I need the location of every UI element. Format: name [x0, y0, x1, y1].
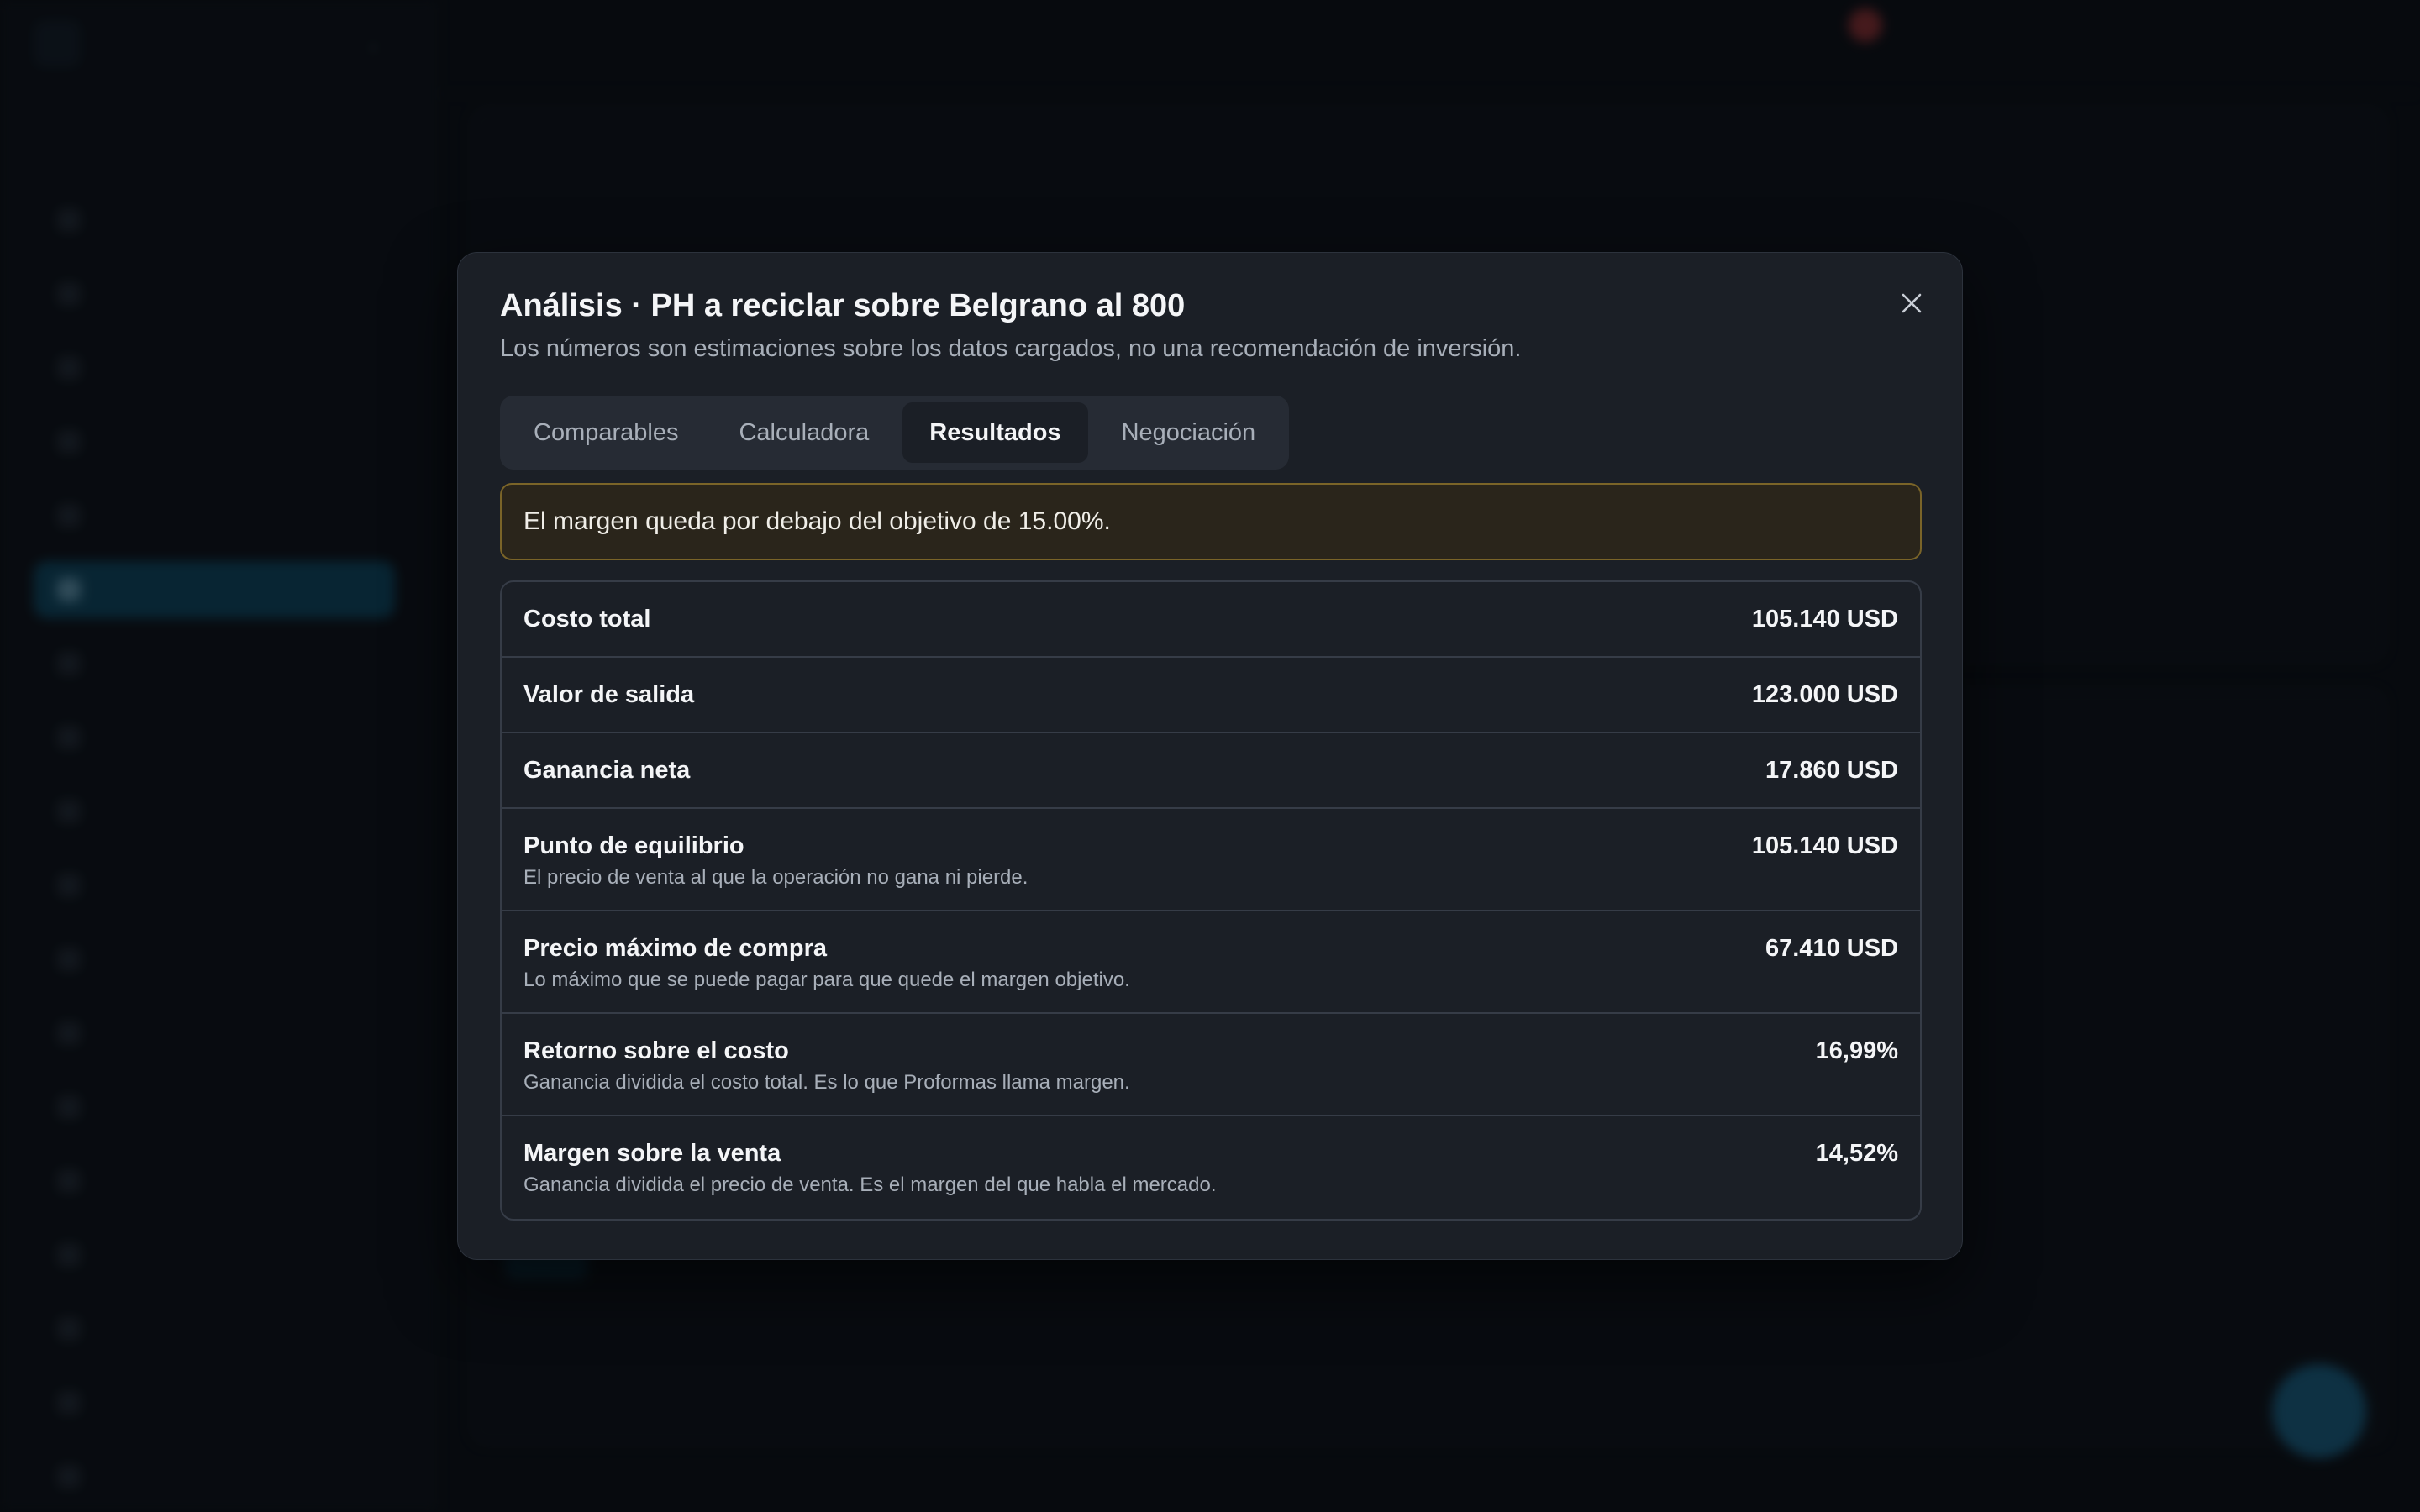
result-value: 105.140 USD [1751, 832, 1898, 859]
tab-comparables[interactable]: Comparables [507, 402, 705, 463]
analysis-modal: Análisis · PH a reciclar sobre Belgrano … [457, 252, 1963, 1260]
result-label: Ganancia neta [523, 757, 691, 784]
result-row-ganancia-neta: Ganancia neta 17.860 USD [502, 733, 1920, 809]
result-value: 16,99% [1815, 1037, 1898, 1064]
close-icon [1902, 293, 1922, 313]
result-row-precio-maximo: Precio máximo de compra Lo máximo que se… [502, 911, 1920, 1014]
result-row-retorno-costo: Retorno sobre el costo Ganancia dividida… [502, 1014, 1920, 1116]
result-value: 105.140 USD [1751, 606, 1898, 633]
tab-resultados[interactable]: Resultados [902, 402, 1088, 463]
tab-calculadora[interactable]: Calculadora [712, 402, 896, 463]
result-description: Ganancia dividida el precio de venta. Es… [523, 1173, 1217, 1196]
result-label: Retorno sobre el costo [523, 1037, 789, 1064]
tab-list: Comparables Calculadora Resultados Negoc… [500, 396, 1290, 470]
result-value: 14,52% [1815, 1140, 1898, 1167]
modal-title: Análisis · PH a reciclar sobre Belgrano … [500, 288, 1186, 323]
result-description: Lo máximo que se puede pagar para que qu… [523, 969, 1130, 991]
result-label: Valor de salida [523, 681, 695, 708]
result-label: Precio máximo de compra [523, 935, 828, 962]
result-row-punto-equilibrio: Punto de equilibrio El precio de venta a… [502, 809, 1920, 911]
result-label: Costo total [523, 606, 651, 633]
result-value: 123.000 USD [1751, 681, 1898, 708]
result-description: El precio de venta al que la operación n… [523, 866, 1028, 889]
close-button[interactable] [1891, 283, 1932, 323]
result-row-valor-salida: Valor de salida 123.000 USD [502, 658, 1920, 733]
result-label: Margen sobre la venta [523, 1140, 781, 1167]
margin-warning-alert: El margen queda por debajo del objetivo … [500, 483, 1922, 560]
result-description: Ganancia dividida el costo total. Es lo … [523, 1071, 1130, 1094]
result-value: 67.410 USD [1765, 935, 1898, 962]
results-list: Costo total 105.140 USD Valor de salida … [500, 580, 1922, 1221]
modal-subtitle: Los números son estimaciones sobre los d… [500, 335, 1522, 362]
result-row-margen-venta: Margen sobre la venta Ganancia dividida … [502, 1116, 1920, 1219]
tab-negociacion[interactable]: Negociación [1095, 402, 1283, 463]
result-value: 17.860 USD [1765, 757, 1898, 784]
result-row-costo-total: Costo total 105.140 USD [502, 582, 1920, 658]
result-label: Punto de equilibrio [523, 832, 744, 859]
